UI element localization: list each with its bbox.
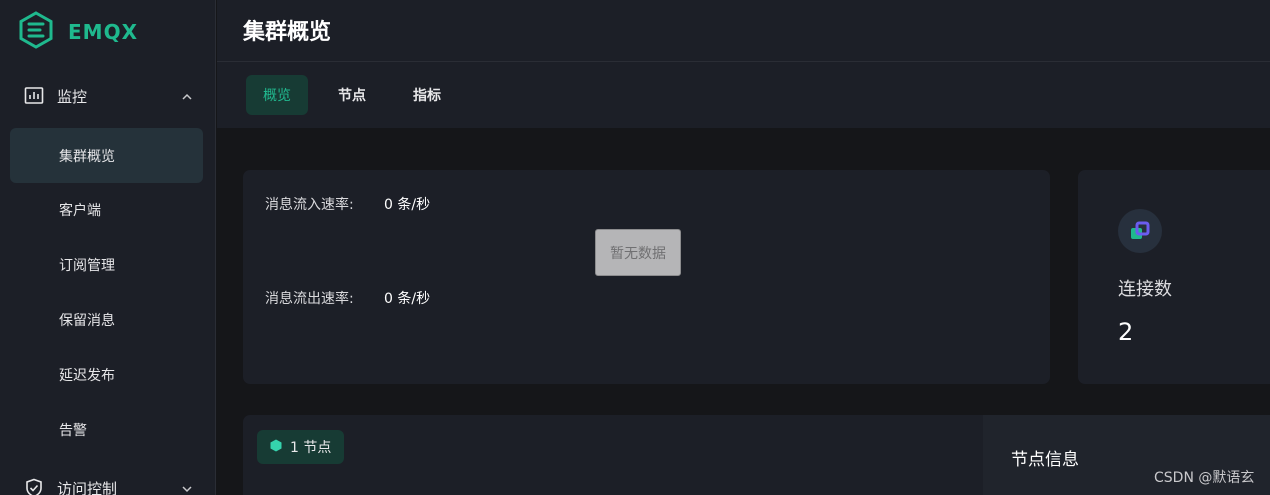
nav-group-monitor[interactable]: 监控	[0, 76, 216, 116]
chevron-down-icon	[180, 481, 194, 495]
logo-text: EMQX	[68, 20, 138, 44]
watermark: CSDN @默语玄	[1154, 470, 1255, 486]
nav-group-label: 监控	[57, 87, 88, 106]
connections-icon	[1118, 209, 1162, 253]
sidebar-item-cluster-overview[interactable]: 集群概览	[10, 128, 203, 183]
page-header: 集群概览	[217, 0, 1270, 62]
connections-label: 连接数	[1118, 279, 1172, 300]
tab-metrics[interactable]: 指标	[396, 75, 458, 115]
chart-icon	[24, 86, 44, 110]
rate-out-label: 消息流出速率:	[265, 291, 354, 307]
nodes-card: 1 节点	[243, 415, 983, 495]
connections-card: 连接数 2	[1078, 170, 1270, 384]
hexagon-icon	[270, 439, 282, 456]
nav-group-access-control[interactable]: 访问控制	[0, 468, 216, 495]
shield-icon	[24, 478, 44, 495]
rate-in-value: 0 条/秒	[384, 197, 431, 213]
no-data-tooltip: 暂无数据	[595, 229, 681, 276]
tab-bar: 概览 节点 指标	[217, 62, 1270, 128]
tab-overview[interactable]: 概览	[246, 75, 308, 115]
node-info-title: 节点信息	[1011, 450, 1079, 470]
sidebar-item-delayed[interactable]: 延迟发布	[10, 347, 203, 402]
sidebar-item-alarms[interactable]: 告警	[10, 402, 203, 457]
nav-group-label: 访问控制	[57, 479, 118, 495]
sidebar-item-clients[interactable]: 客户端	[10, 182, 203, 237]
chevron-up-icon	[180, 89, 194, 108]
connections-value: 2	[1118, 318, 1134, 346]
sidebar: EMQX 监控 集群概览 客户端 订阅管理 保留消息 延迟发布 告警 访问控制	[0, 0, 216, 495]
sidebar-item-retained[interactable]: 保留消息	[10, 292, 203, 347]
node-count-badge: 1 节点	[257, 430, 345, 464]
emqx-logo-icon	[18, 11, 54, 53]
rate-out-row: 消息流出速率: 0 条/秒	[265, 288, 430, 308]
message-rate-card: 消息流入速率: 0 条/秒 暂无数据 消息流出速率: 0 条/秒	[243, 170, 1050, 384]
node-count-text: 1 节点	[290, 440, 332, 456]
logo[interactable]: EMQX	[18, 11, 138, 53]
rate-out-value: 0 条/秒	[384, 291, 431, 307]
sidebar-item-subscriptions[interactable]: 订阅管理	[10, 237, 203, 292]
tab-nodes[interactable]: 节点	[321, 75, 383, 115]
rate-in-row: 消息流入速率: 0 条/秒	[265, 194, 430, 214]
rate-in-label: 消息流入速率:	[265, 197, 354, 213]
page-title: 集群概览	[243, 20, 332, 45]
